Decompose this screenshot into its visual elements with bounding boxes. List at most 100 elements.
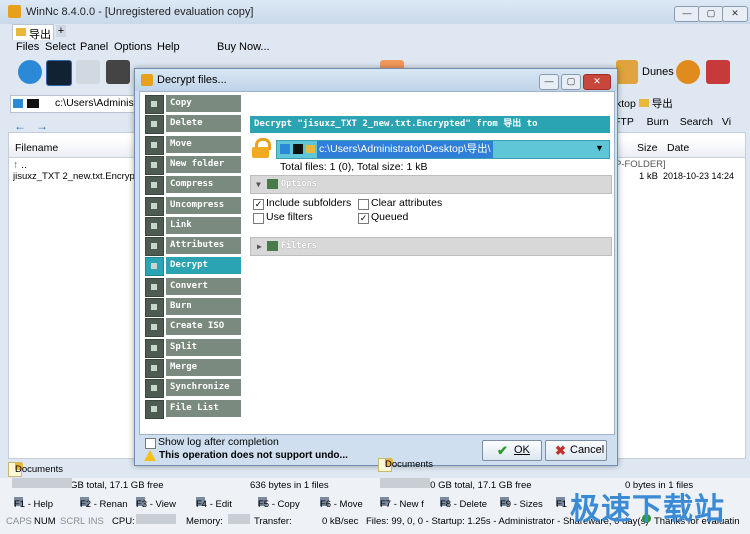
show-log-label: Show log after completion (158, 436, 279, 448)
folder-row[interactable]: P-FOLDER] (615, 159, 666, 170)
up-arrow-icon: ↑ (13, 159, 19, 171)
right-address-bar[interactable]: ktop 导出 (616, 96, 673, 111)
favorites-star-icon[interactable] (18, 60, 42, 84)
destination-combobox[interactable]: c:\Users\Administrator\Desktop\导出\ ▼ (276, 140, 610, 159)
destination-path: c:\Users\Administrator\Desktop\导出\ (317, 141, 493, 158)
left-address-bar[interactable]: c:\Users\Administrat (10, 95, 149, 113)
operation-label: Convert (166, 277, 241, 295)
dialog-close-button[interactable]: ✕ (583, 74, 611, 90)
operation-merge[interactable]: Merge (145, 358, 241, 378)
column-date[interactable]: Date (667, 139, 689, 157)
operation-decrypt[interactable]: Decrypt (145, 257, 241, 277)
totals-text: Total files: 1 (0), Total size: 1 kB (280, 161, 428, 173)
merge-icon (145, 358, 164, 378)
queued-checkbox[interactable]: ✓ (358, 213, 369, 224)
use-filters-checkbox[interactable] (253, 213, 264, 224)
fkey-label: F1 (556, 499, 568, 510)
menu-panel[interactable]: Panel (80, 41, 108, 53)
dialog-maximize-button[interactable]: ▢ (561, 74, 581, 90)
menu-select[interactable]: Select (45, 41, 76, 53)
maximize-button[interactable]: ▢ (698, 6, 724, 22)
menu-files[interactable]: Files (16, 41, 39, 53)
left-documents-tab[interactable]: Documents (8, 462, 63, 477)
clear-attributes-checkbox[interactable] (358, 199, 369, 210)
column-filename[interactable]: Filename (9, 139, 137, 158)
fkey-label: F5 - Copy (258, 499, 300, 510)
operation-label: File List (166, 399, 241, 417)
show-log-checkbox[interactable] (145, 438, 156, 449)
chevron-down-icon[interactable]: ▼ (595, 143, 604, 153)
close-button[interactable]: ✕ (722, 6, 748, 22)
forward-arrow-icon[interactable]: → (36, 119, 48, 133)
cpu-label: CPU: (112, 516, 135, 527)
minimize-button[interactable]: — (674, 6, 700, 22)
operation-new-folder[interactable]: New folder (145, 155, 241, 175)
right-documents-tab[interactable]: Documents (378, 458, 433, 472)
right-file-pane: Size Date P-FOLDER] 1 kB 2018-10-23 14:2… (612, 132, 746, 459)
fkey-label: F4 - Edit (196, 499, 232, 510)
synchronize-icon (145, 379, 164, 399)
operation-convert[interactable]: Convert (145, 277, 241, 297)
warning-icon (144, 450, 156, 461)
cancel-button[interactable]: ✖ Cancel (545, 440, 607, 461)
menu-help[interactable]: Help (157, 41, 180, 53)
bug-icon[interactable] (676, 60, 700, 84)
burn-button[interactable]: Burn (647, 116, 669, 128)
file-date: 2018-10-23 14:24 (663, 171, 735, 181)
operation-burn[interactable]: Burn (145, 298, 241, 317)
create-iso-icon (145, 318, 164, 338)
caps-indicator: CAPS (6, 516, 32, 527)
operation-copy[interactable]: Copy (145, 95, 241, 114)
list-item-file[interactable]: jisuxz_TXT 2_new.txt.Encrypted (13, 171, 137, 182)
binoculars-icon[interactable] (106, 60, 130, 84)
operation-synchronize[interactable]: Synchronize (145, 379, 241, 399)
back-arrow-icon[interactable]: ← (14, 119, 26, 133)
operation-description: Decrypt "jisuxz_TXT 2_new.txt.Encrypted"… (250, 116, 610, 133)
operation-label: Copy (166, 95, 241, 112)
operation-label: Decrypt (166, 257, 241, 275)
tab-export[interactable]: 导出 (12, 24, 54, 41)
operation-attributes[interactable]: Attributes (145, 237, 241, 257)
expand-arrow-icon: ▶ (257, 242, 262, 251)
include-subfolders-label: Include subfolders (266, 197, 352, 209)
fkey-label: F7 - New f (380, 499, 424, 510)
menu-buy-now[interactable]: Buy Now... (217, 41, 270, 53)
operation-delete[interactable]: Delete (145, 115, 241, 135)
include-subfolders-checkbox[interactable]: ✓ (253, 199, 264, 210)
operation-uncompress[interactable]: Uncompress (145, 196, 241, 216)
view-button[interactable]: Vi (722, 116, 731, 128)
fkey-label: F1 - Help (14, 499, 54, 510)
operation-file-list[interactable]: File List (145, 399, 241, 419)
operation-split[interactable]: Split (145, 338, 241, 358)
basket-icon[interactable] (706, 60, 730, 84)
operation-move[interactable]: Move (145, 135, 241, 155)
dialog-title-bar: Decrypt files... — ▢ ✕ (135, 69, 617, 91)
new-tab-button[interactable]: + (56, 25, 66, 37)
check-icon: ✔ (497, 443, 508, 458)
star-icon (13, 99, 23, 108)
title-bar: WinNc 8.4.0.0 - [Unregistered evaluation… (0, 0, 750, 24)
search-button[interactable]: Search (680, 116, 713, 128)
file-list-icon (145, 399, 164, 419)
properties-icon[interactable] (76, 60, 100, 84)
operation-create-iso[interactable]: Create ISO (145, 318, 241, 338)
operation-compress[interactable]: Compress (145, 176, 241, 196)
dialog-minimize-button[interactable]: — (539, 74, 559, 90)
use-filters-label: Use filters (266, 211, 313, 223)
fkey-label: F2 - Renan (80, 499, 128, 510)
drive-usage-bar (380, 478, 430, 488)
ok-button[interactable]: ✔ OK (482, 440, 542, 461)
cmd-icon (27, 99, 39, 108)
app-icon (8, 5, 21, 18)
menu-options[interactable]: Options (114, 41, 152, 53)
dunes-icon[interactable] (616, 60, 638, 84)
num-indicator: NUM (34, 516, 56, 527)
uncompress-icon (145, 196, 164, 216)
operation-label: Split (166, 338, 241, 356)
operation-link[interactable]: Link (145, 216, 241, 236)
filters-section-header[interactable]: ▶ Filters (250, 237, 612, 256)
list-item-parent[interactable]: ↑ .. (13, 159, 27, 171)
options-section-header[interactable]: ▼ Options (250, 175, 612, 194)
column-size[interactable]: Size (637, 139, 657, 157)
command-prompt-icon[interactable] (46, 60, 72, 86)
